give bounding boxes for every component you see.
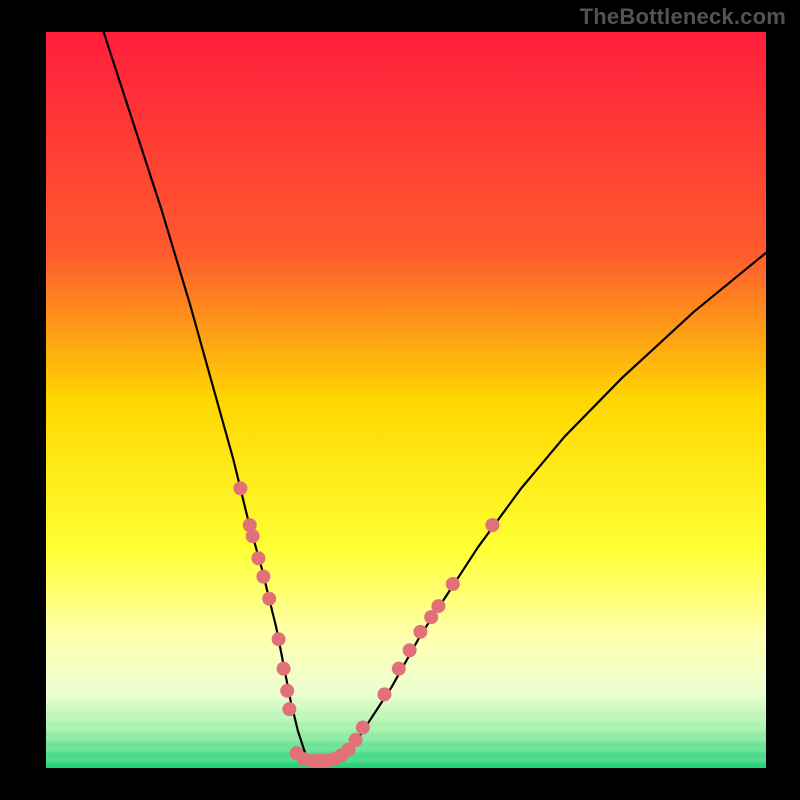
curve-marker	[256, 570, 270, 584]
curve-marker	[280, 684, 294, 698]
chart-frame: TheBottleneck.com	[0, 0, 800, 800]
plot-area	[46, 32, 766, 768]
curve-marker	[349, 733, 363, 747]
gradient-background	[46, 32, 766, 768]
curve-marker	[233, 481, 247, 495]
curve-marker	[446, 577, 460, 591]
curve-marker	[413, 625, 427, 639]
curve-marker	[403, 643, 417, 657]
curve-marker	[431, 599, 445, 613]
curve-marker	[251, 551, 265, 565]
curve-marker	[485, 518, 499, 532]
watermark-text: TheBottleneck.com	[580, 4, 786, 30]
curve-marker	[356, 721, 370, 735]
chart-svg	[46, 32, 766, 768]
curve-marker	[282, 702, 296, 716]
curve-marker	[262, 592, 276, 606]
curve-marker	[272, 632, 286, 646]
curve-marker	[277, 662, 291, 676]
curve-marker	[377, 687, 391, 701]
curve-marker	[392, 662, 406, 676]
curve-marker	[246, 529, 260, 543]
